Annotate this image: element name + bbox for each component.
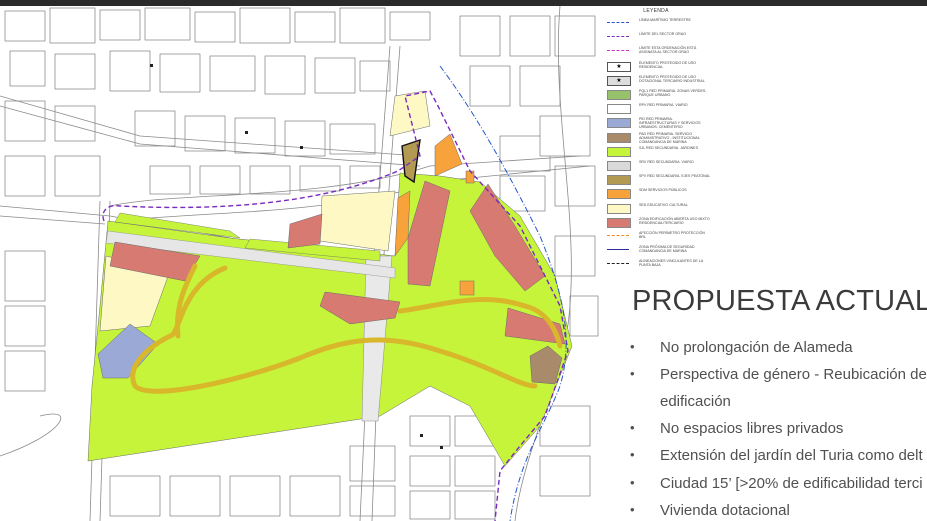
legend-item: SED EDUCATIVO CULTURAL — [607, 203, 711, 215]
legend-item: ★ ELEMENTO PROTEGIDO DE USO RESIDENCIAL — [607, 61, 711, 73]
legend-symbol — [607, 263, 629, 265]
legend-label: PID RED PRIMARIA. INFRAESTRUCTURAS Y SER… — [639, 117, 701, 130]
bullet-text: Vivienda dotacional — [660, 502, 790, 519]
legend-item: SRV RED SECUNDARIA. VIARIO — [607, 160, 711, 172]
bullet-text: No espacios libres privados — [660, 420, 844, 437]
legend-symbol — [607, 50, 629, 52]
legend-item: SJL RED SECUNDARIA. JARDINES — [607, 146, 711, 158]
legend-label: LÍMITE ESTA ORDENACIÓN ESTÁ ASIGNATA AL … — [639, 46, 697, 55]
legend-item: LÍNEA MARÍTIMO TERRESTRE — [607, 18, 711, 30]
bullet-dot: • — [630, 420, 635, 435]
legend-symbol — [607, 203, 631, 214]
legend-label: RPV RED PRIMARIA. VIARIO — [639, 103, 688, 108]
legend-item: RPV RED PRIMARIA. VIARIO — [607, 103, 711, 115]
educational-block-center — [319, 190, 396, 252]
bullet-dot: • — [630, 475, 635, 490]
bullet-dot: • — [630, 502, 635, 517]
legend-label: ZONA EDIFICACIÓN ABIERTA USO MIXTO RESID… — [639, 216, 710, 225]
legend-symbol — [607, 235, 629, 236]
map-legend: LEYENDA LÍNEA MARÍTIMO TERRESTRE LÍMITE D… — [601, 6, 711, 286]
legend-label: AFECCIÓN PERÍMETRO PROTECCIÓN BRL — [639, 231, 705, 239]
legend-item: LÍMITE DEL SECTOR GRAO — [607, 32, 711, 44]
legend-symbol — [607, 132, 631, 143]
legend-label: SPV RED SECUNDARIA. EJES PEATONAL — [639, 174, 711, 179]
legend-label: SED EDUCATIVO CULTURAL — [639, 202, 688, 207]
legend-item: SDM SERVICIOS PÚBLICOS — [607, 188, 711, 200]
legend-symbol — [607, 22, 629, 23]
legend-label: PAD RED PRIMARIA. SERVICIO ADMINISTRATIV… — [639, 131, 700, 144]
legend-symbol — [607, 175, 631, 186]
bullet-text: Perspectiva de género - Reubicación de — [660, 366, 927, 383]
legend-title: LEYENDA — [643, 8, 669, 14]
legend-symbol — [607, 217, 631, 228]
legend-symbol — [607, 36, 629, 38]
legend-item: ★ ELEMENTO PROTEGIDO DE USO DOTACIONAL TE… — [607, 75, 711, 87]
bullet-text: edificación — [660, 393, 731, 410]
bullet-text: Ciudad 15’ [>20% de edificabilidad terci — [660, 475, 923, 492]
legend-label: ELEMENTO PROTEGIDO DE USO DOTACIONAL TER… — [639, 74, 705, 83]
legend-label: PQL1 RED PRIMARIA. ZONAS VERDES. PARQUE … — [639, 89, 707, 97]
bullet-dot: • — [630, 366, 635, 381]
legend-item: PID RED PRIMARIA. INFRAESTRUCTURAS Y SER… — [607, 117, 711, 129]
legend-label: SRV RED SECUNDARIA. VIARIO — [639, 160, 694, 164]
legend-symbol: ★ — [607, 75, 631, 86]
legend-symbol — [607, 146, 631, 157]
legend-label: LÍNEA MARÍTIMO TERRESTRE — [639, 18, 691, 22]
legend-symbol — [607, 189, 631, 200]
legend-label: LÍMITE DEL SECTOR GRAO — [639, 32, 686, 37]
legend-item: SPV RED SECUNDARIA. EJES PEATONAL — [607, 174, 711, 186]
legend-item: ZONA EDIFICACIÓN ABIERTA USO MIXTO RESID… — [607, 217, 711, 229]
legend-item: PQL1 RED PRIMARIA. ZONAS VERDES. PARQUE … — [607, 89, 711, 101]
legend-symbol — [607, 118, 631, 129]
urban-plan-map — [0, 6, 600, 521]
legend-symbol — [607, 104, 631, 115]
legend-label: ZONA PRÓXIMA DE SEGURIDAD COMANDANCIA DE… — [639, 245, 695, 254]
bullet-dot: • — [630, 339, 635, 354]
bullet-text: Extensión del jardín del Turia como delt — [660, 447, 923, 464]
legend-item: ZONA PRÓXIMA DE SEGURIDAD COMANDANCIA DE… — [607, 245, 711, 257]
slide-title: PROPUESTA ACTUAL — [632, 285, 927, 317]
legend-item: PAD RED PRIMARIA. SERVICIO ADMINISTRATIV… — [607, 132, 711, 144]
legend-item: LÍMITE ESTA ORDENACIÓN ESTÁ ASIGNATA AL … — [607, 46, 711, 58]
legend-symbol — [607, 249, 629, 251]
legend-label: ELEMENTO PROTEGIDO DE USO RESIDENCIAL — [639, 60, 697, 69]
legend-item: AFECCIÓN PERÍMETRO PROTECCIÓN BRL — [607, 231, 711, 243]
bullet-text: No prolongación de Alameda — [660, 339, 853, 356]
legend-symbol — [607, 90, 631, 100]
legend-symbol: ★ — [607, 61, 631, 72]
bullet-dot: • — [630, 447, 635, 462]
legend-symbol — [607, 161, 631, 171]
legend-label: SDM SERVICIOS PÚBLICOS — [639, 188, 687, 193]
legend-item: ALINEACIONES VINCULANTES DE LA PUNTA BAJ… — [607, 259, 711, 271]
legend-label: SJL RED SECUNDARIA. JARDINES — [639, 145, 698, 150]
legend-label: ALINEACIONES VINCULANTES DE LA PUNTA BAJ… — [639, 259, 703, 268]
